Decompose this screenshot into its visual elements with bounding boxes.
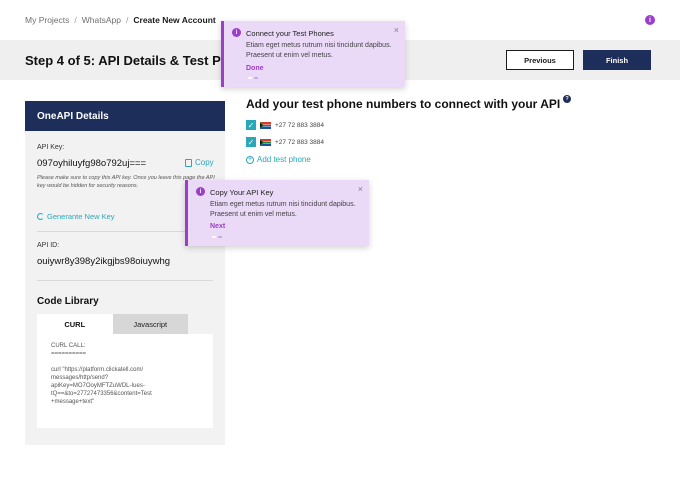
tab-javascript[interactable]: Javascript: [112, 314, 188, 334]
close-icon[interactable]: ×: [394, 25, 399, 35]
regenerate-key-button[interactable]: Generante New Key: [37, 212, 115, 221]
breadcrumb: My Projects / WhatsApp / Create New Acco…: [25, 15, 216, 25]
tooltip-progress: [212, 236, 222, 238]
tooltip-progress: [248, 77, 258, 79]
phone-row: ✓ +27 72 883 3884: [246, 137, 324, 147]
copy-icon: [185, 158, 192, 167]
divider: [37, 280, 213, 281]
connect-phones-tooltip: i Connect your Test Phones Etiam eget me…: [221, 21, 405, 87]
code-line: apiKey=MO7OoyMFTZuWDL-Iues-: [51, 383, 145, 389]
code-line: ==========: [51, 351, 87, 357]
info-icon: i: [196, 187, 205, 196]
api-id-value: ouiywr8y398y2ikgjbs98oiuywhg: [37, 256, 171, 267]
page-title: Step 4 of 5: API Details & Test Phones: [25, 53, 229, 68]
copy-button[interactable]: Copy: [185, 158, 214, 167]
code-line: tQ==&to=27727473356&content=Test: [51, 391, 152, 397]
phone-checkbox[interactable]: ✓: [246, 137, 256, 147]
regenerate-label: Generante New Key: [47, 212, 115, 221]
tooltip-body: Etiam eget metus rutrum nisi tincidunt d…: [246, 42, 392, 59]
api-key-value: 097oyhiluyfg98o792uj===: [37, 158, 147, 169]
finish-button[interactable]: Finish: [583, 50, 651, 70]
breadcrumb-current: Create New Account: [133, 15, 216, 25]
next-button[interactable]: Next: [210, 223, 225, 230]
add-test-phone-button[interactable]: + Add test phone: [246, 155, 311, 164]
tooltip-title: Copy Your API Key: [210, 188, 274, 197]
help-icon[interactable]: ?: [563, 95, 571, 103]
phone-number: +27 72 883 3884: [275, 121, 324, 129]
close-icon[interactable]: ×: [358, 184, 363, 194]
done-button[interactable]: Done: [246, 65, 264, 72]
code-line: messages/http/send?: [51, 375, 109, 381]
code-line: CURL CALL:: [51, 343, 86, 349]
info-icon[interactable]: i: [645, 15, 655, 25]
api-key-label: API Key:: [37, 144, 65, 151]
tab-curl[interactable]: CURL: [37, 314, 113, 334]
tooltip-body: Etiam eget metus rutrum nisi tincidunt d…: [210, 201, 356, 218]
copy-label: Copy: [195, 158, 214, 167]
phone-checkbox[interactable]: ✓: [246, 120, 256, 130]
refresh-icon: [37, 213, 44, 220]
south-africa-flag-icon: [260, 121, 271, 129]
code-tabs: CURL Javascript: [37, 314, 188, 334]
south-africa-flag-icon: [260, 138, 271, 146]
phone-number: +27 72 883 3884: [275, 138, 324, 146]
phone-row: ✓ +27 72 883 3884: [246, 120, 324, 130]
info-icon: i: [232, 28, 241, 37]
breadcrumb-separator: /: [74, 15, 77, 25]
tooltip-title: Connect your Test Phones: [246, 29, 334, 38]
code-library-title: Code Library: [37, 296, 99, 307]
copy-api-key-tooltip: i Copy Your API Key Etiam eget metus rut…: [185, 180, 369, 246]
previous-button[interactable]: Previous: [506, 50, 574, 70]
breadcrumb-whatsapp[interactable]: WhatsApp: [82, 15, 121, 25]
add-phone-label: Add test phone: [257, 155, 311, 164]
card-heading: OneAPI Details: [25, 101, 225, 131]
plus-circle-icon: +: [246, 155, 254, 164]
api-id-label: API ID:: [37, 242, 60, 249]
code-line: +message+text": [51, 399, 95, 405]
test-phones-title: Add your test phone numbers to connect w…: [246, 97, 561, 111]
breadcrumb-separator: /: [126, 15, 129, 25]
code-sample: CURL CALL: ========== curl "https://plat…: [37, 334, 213, 428]
code-line: curl "https://platform.clickatell.com/: [51, 367, 144, 373]
breadcrumb-my-projects[interactable]: My Projects: [25, 15, 69, 25]
